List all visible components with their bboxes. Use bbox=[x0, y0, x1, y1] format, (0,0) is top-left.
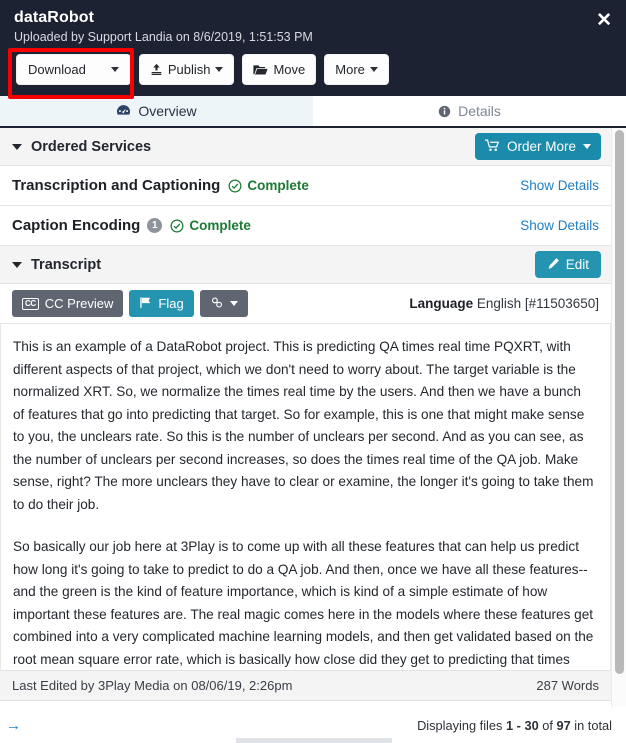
order-more-button[interactable]: Order More bbox=[474, 133, 601, 160]
tab-details-label: Details bbox=[458, 103, 501, 119]
language-value: English [#11503650] bbox=[476, 296, 599, 311]
transcript-file-modal: dataRobot Uploaded by Support Landia on … bbox=[0, 0, 626, 743]
flag-button[interactable]: Flag bbox=[129, 290, 194, 317]
transcript-header[interactable]: Transcript Edit bbox=[0, 246, 611, 284]
link-options-button[interactable] bbox=[199, 290, 248, 317]
header-action-buttons: Download Publish Move More bbox=[16, 54, 389, 85]
download-button-label: Download bbox=[28, 62, 86, 77]
ordered-services-header[interactable]: Ordered Services Order More bbox=[0, 128, 611, 166]
page-title: dataRobot bbox=[14, 9, 95, 26]
cc-icon: CC bbox=[22, 297, 39, 310]
upload-meta: Uploaded by Support Landia on 8/6/2019, … bbox=[14, 30, 313, 44]
publish-button-label: Publish bbox=[167, 62, 211, 77]
service-status: Complete bbox=[247, 178, 309, 193]
transcript-title: Transcript bbox=[31, 256, 102, 273]
move-button-label: Move bbox=[273, 62, 306, 77]
ordered-services-title: Ordered Services bbox=[31, 138, 152, 155]
transcript-paragraph: This is an example of a DataRobot projec… bbox=[13, 339, 594, 512]
bottom-bar: → Displaying files 1 - 30 of 97 in total bbox=[0, 707, 626, 743]
publish-button[interactable]: Publish bbox=[138, 54, 235, 85]
modal-header: dataRobot Uploaded by Support Landia on … bbox=[0, 0, 626, 99]
move-button[interactable]: Move bbox=[242, 54, 317, 85]
shopping-cart-icon bbox=[484, 138, 500, 155]
upload-icon bbox=[150, 63, 163, 76]
pagination-status: Displaying files 1 - 30 of 97 in total bbox=[417, 718, 612, 733]
transcript-toolbar: CC CC Preview Flag Language English [#11… bbox=[0, 284, 611, 324]
service-row-caption-encoding: Caption Encoding 1 Complete Show Details bbox=[0, 206, 611, 246]
pagination-suffix: in total bbox=[570, 717, 612, 733]
language-label: Language bbox=[409, 296, 474, 311]
triangle-down-icon bbox=[12, 261, 22, 268]
edit-button-label: Edit bbox=[565, 257, 589, 272]
service-row-transcription: Transcription and Captioning Complete Sh… bbox=[0, 166, 611, 206]
edit-button[interactable]: Edit bbox=[534, 251, 601, 278]
chevron-down-icon bbox=[229, 301, 238, 306]
flag-label: Flag bbox=[158, 296, 184, 311]
download-split-divider bbox=[101, 55, 102, 84]
modal-tabs: Overview Details bbox=[0, 96, 626, 128]
last-edited-text: Last Edited by 3Play Media on 08/06/19, … bbox=[12, 678, 293, 693]
transcript-text-area[interactable]: This is an example of a DataRobot projec… bbox=[0, 324, 611, 670]
show-details-link[interactable]: Show Details bbox=[520, 178, 599, 193]
more-button[interactable]: More bbox=[324, 54, 389, 85]
word-count: 287 Words bbox=[536, 678, 599, 693]
tab-overview-label: Overview bbox=[138, 103, 197, 119]
download-button[interactable]: Download bbox=[16, 54, 131, 85]
pagination-total: 97 bbox=[556, 717, 571, 733]
service-status: Complete bbox=[189, 218, 251, 233]
chevron-down-icon bbox=[369, 67, 378, 72]
modal-body: Ordered Services Order More Transcriptio… bbox=[0, 128, 626, 707]
folder-open-icon bbox=[253, 63, 269, 76]
dashboard-icon bbox=[116, 104, 131, 118]
body-scrollbar[interactable] bbox=[611, 128, 626, 707]
background-element-strip bbox=[236, 738, 392, 743]
check-circle-icon bbox=[228, 179, 242, 193]
show-details-link[interactable]: Show Details bbox=[520, 218, 599, 233]
chevron-down-icon bbox=[215, 67, 224, 72]
close-icon[interactable]: ✕ bbox=[596, 11, 612, 30]
arrow-right-icon[interactable]: → bbox=[6, 718, 21, 733]
chevron-down-icon bbox=[110, 67, 119, 72]
pagination-prefix: Displaying files bbox=[417, 717, 506, 733]
tab-overview[interactable]: Overview bbox=[0, 96, 313, 126]
service-name: Transcription and Captioning bbox=[12, 177, 221, 194]
pagination-range: 1 - 30 bbox=[505, 717, 539, 733]
service-count-badge: 1 bbox=[147, 218, 163, 233]
body-content: Ordered Services Order More Transcriptio… bbox=[0, 128, 611, 701]
cc-preview-label: CC Preview bbox=[44, 296, 114, 311]
chevron-down-icon bbox=[583, 144, 591, 149]
download-dropdown-toggle[interactable] bbox=[107, 55, 130, 84]
triangle-down-icon bbox=[12, 143, 22, 150]
service-name: Caption Encoding bbox=[12, 217, 141, 234]
check-circle-icon bbox=[170, 219, 184, 233]
more-button-label: More bbox=[335, 62, 365, 77]
info-circle-icon bbox=[438, 105, 451, 118]
cc-preview-button[interactable]: CC CC Preview bbox=[12, 290, 124, 317]
transcript-footer: Last Edited by 3Play Media on 08/06/19, … bbox=[0, 670, 611, 701]
tab-details[interactable]: Details bbox=[313, 96, 626, 126]
pagination-mid: of bbox=[538, 717, 557, 733]
flag-icon bbox=[139, 296, 152, 312]
order-more-button-label: Order More bbox=[506, 139, 576, 154]
language-info: Language English [#11503650] bbox=[409, 296, 599, 311]
body-scrollbar-thumb[interactable] bbox=[615, 130, 624, 674]
transcript-paragraph: So basically our job here at 3Play is to… bbox=[13, 539, 594, 667]
pencil-icon bbox=[547, 257, 560, 273]
link-icon bbox=[210, 296, 224, 312]
